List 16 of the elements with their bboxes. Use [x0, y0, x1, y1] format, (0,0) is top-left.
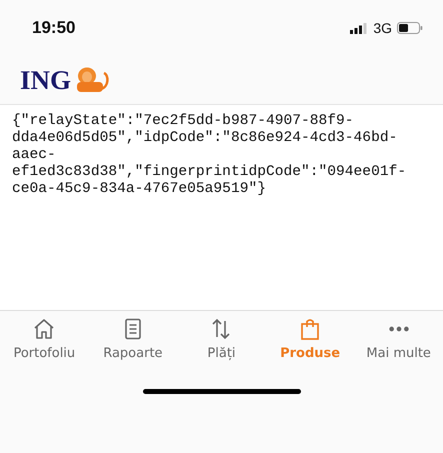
more-icon [388, 326, 409, 332]
signal-icon [350, 22, 368, 34]
tab[interactable]: Mai multe [354, 317, 443, 379]
home-icon [32, 317, 56, 341]
code-line: ce0a-45c9-834a-4767e05a9519"} [12, 181, 267, 198]
battery-icon [397, 22, 423, 34]
network-label: 3G [373, 20, 392, 36]
code-line: aaec- [12, 147, 57, 164]
logo-text: ING [20, 64, 72, 96]
tab[interactable]: Rapoarte [88, 317, 178, 379]
code-line: ef1ed3c83d38","fingerprintidpCode":"094ee01f- [12, 164, 408, 181]
code-line: dda4e06d5d05","idpCode":"8c86e924-4cd3-46bd- [12, 130, 398, 147]
status-time: 19:50 [32, 18, 76, 38]
tab[interactable]: Portofoliu [0, 317, 89, 379]
tab[interactable]: Plăți [177, 317, 266, 379]
code-line: {"relayState":"7ec2f5dd-b987-4907-88f9- [12, 113, 355, 130]
